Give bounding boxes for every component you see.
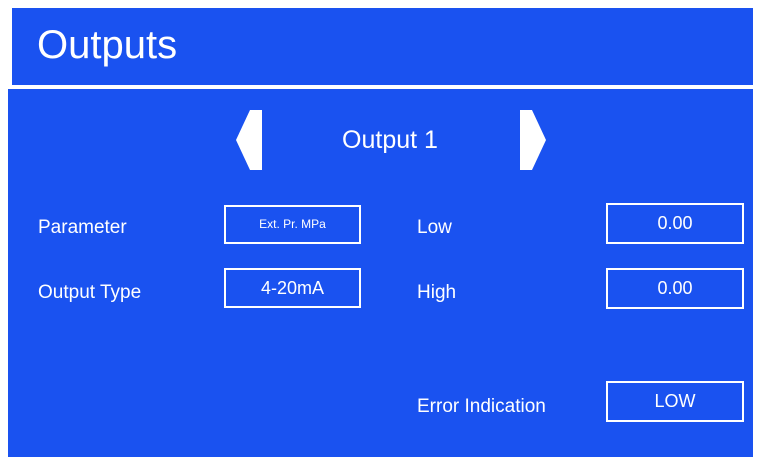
page-title: Outputs	[37, 23, 178, 67]
output-type-label: Output Type	[38, 282, 142, 303]
high-label: High	[417, 282, 457, 303]
error-indication-field[interactable]: LOW	[606, 381, 744, 422]
outputs-screen: Outputs Output 1 Parameter Ext. Pr. MPa …	[0, 0, 760, 457]
output-type-field[interactable]: 4-20mA	[224, 268, 361, 308]
arrow-left-icon[interactable]	[236, 110, 266, 170]
low-field[interactable]: 0.00	[606, 203, 744, 244]
output-selector-title: Output 1	[342, 126, 438, 154]
error-indication-label: Error Indication	[417, 396, 546, 417]
low-label: Low	[417, 217, 452, 238]
arrow-right-icon[interactable]	[516, 110, 546, 170]
parameter-field[interactable]: Ext. Pr. MPa	[224, 205, 361, 244]
parameter-label: Parameter	[38, 217, 127, 238]
header-bar: Outputs	[12, 8, 753, 85]
high-field[interactable]: 0.00	[606, 268, 744, 309]
